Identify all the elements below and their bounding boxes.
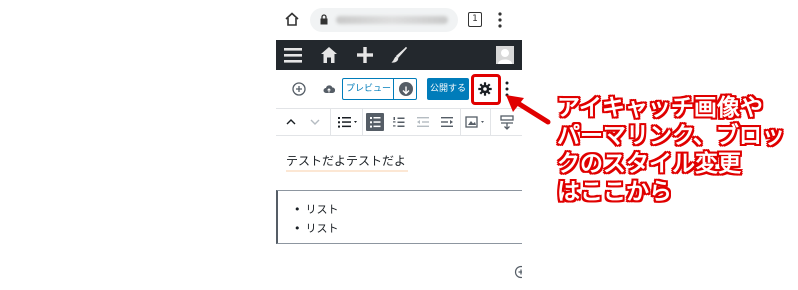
outdent-icon[interactable] [414,113,432,131]
house-icon[interactable] [320,46,338,64]
divider [362,109,363,135]
ordered-list-icon[interactable] [390,113,408,131]
list-icon[interactable] [336,113,360,131]
list-item[interactable]: リスト [294,201,339,217]
avatar[interactable] [496,46,514,64]
list-block[interactable]: リスト リスト [276,190,522,244]
home-icon[interactable] [285,12,299,26]
plus-icon[interactable] [356,46,374,64]
cloud-upload-icon[interactable] [323,84,335,94]
annotation-line: パーマリンク、ブロッ [557,123,785,149]
brush-icon[interactable] [390,46,408,64]
callout-arrow [506,95,551,125]
unordered-list-icon[interactable] [366,113,384,131]
wp-admin-bar [276,40,522,70]
settings-highlight-box [471,74,501,105]
chevron-up-icon[interactable] [282,113,300,131]
blurred-url [336,16,448,24]
menu-icon[interactable] [284,46,302,64]
block-toolbar [276,109,522,136]
annotation-line: クのスタイル変更 [557,151,741,177]
divider [393,79,394,99]
preview-button[interactable]: プレビュー [342,78,417,100]
mobile-screen: 1 プレビュー 公開する テストだよテストだよ • リスト • リスト [276,0,522,290]
divider [460,109,461,135]
publish-button[interactable]: 公開する [427,78,469,100]
annotation-callout: アイキャッチ画像や パーマリンク、ブロッ クのスタイル変更 はここから [557,94,797,206]
annotation-line: はここから [557,179,672,205]
lock-icon [320,14,328,25]
add-circle-icon[interactable] [514,265,522,279]
annotation-line: アイキャッチ画像や [557,95,763,121]
text-highlight-underline [286,170,408,172]
paragraph-block[interactable]: テストだよテストだよ [286,152,406,169]
more-vertical-icon[interactable] [498,12,502,28]
user-silhouette-icon [498,49,512,64]
media-icon[interactable] [464,113,488,131]
browser-toolbar: 1 [276,0,522,40]
preview-label: プレビュー [346,84,392,94]
external-link-icon[interactable] [399,82,413,96]
tab-switcher-button[interactable]: 1 [468,12,482,27]
list-item[interactable]: リスト [294,220,339,236]
address-bar[interactable] [310,8,458,32]
add-block-icon[interactable] [292,82,306,96]
chevron-down-icon[interactable] [306,113,324,131]
divider [490,109,491,135]
indent-icon[interactable] [438,113,456,131]
divider [330,109,331,135]
